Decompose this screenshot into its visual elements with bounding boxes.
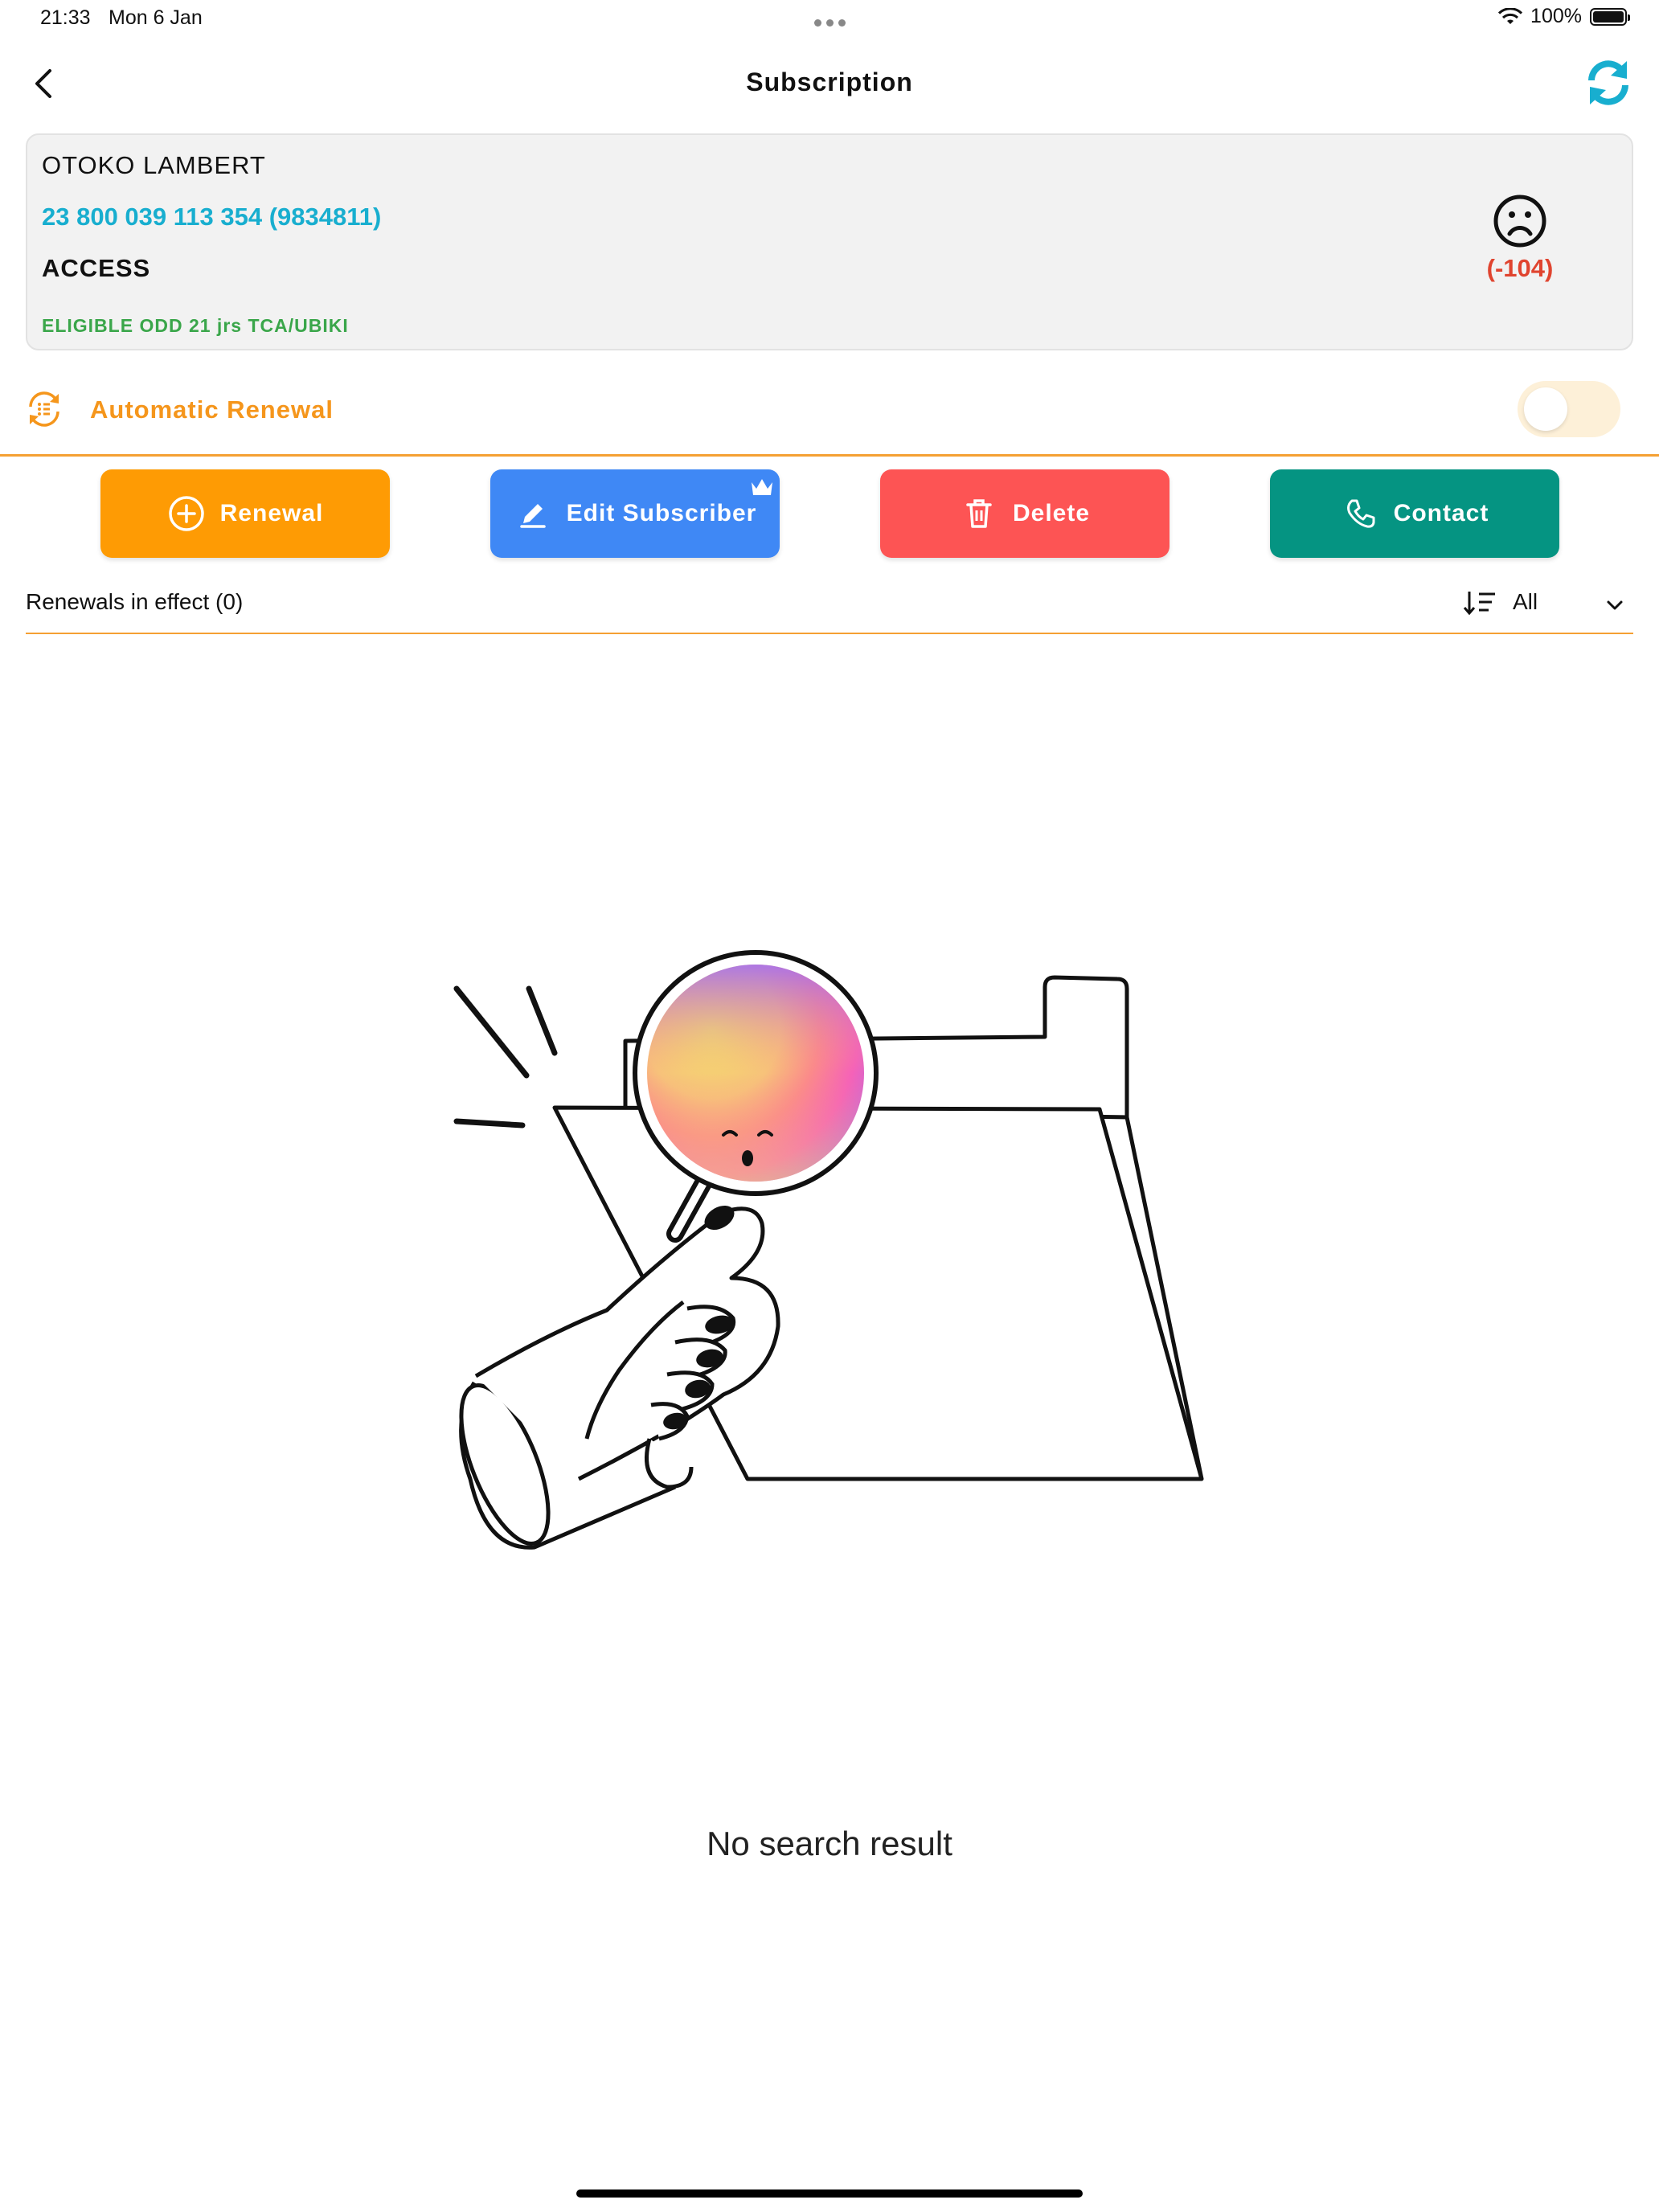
list-divider xyxy=(26,633,1633,634)
empty-state-message: No search result xyxy=(707,1825,952,1862)
edit-subscriber-button[interactable]: Edit Subscriber xyxy=(490,469,780,558)
subscriber-name: OTOKO LAMBERT xyxy=(42,151,266,179)
crown-icon xyxy=(749,476,775,498)
delete-button[interactable]: Delete xyxy=(880,469,1169,558)
contact-button[interactable]: Contact xyxy=(1270,469,1559,558)
auto-renewal-icon xyxy=(24,389,64,429)
subscriber-offer: ACCESS xyxy=(42,254,151,282)
battery-icon xyxy=(1590,7,1630,26)
delete-button-label: Delete xyxy=(1012,500,1091,526)
renewals-count-label: Renewals in effect (0) xyxy=(26,589,244,614)
status-indicators: 100% xyxy=(1498,5,1630,28)
wifi-icon xyxy=(1498,7,1523,24)
page-title: Subscription xyxy=(746,68,913,96)
subscriber-card: OTOKO LAMBERT 23 800 039 113 354 (983481… xyxy=(26,133,1633,350)
section-divider xyxy=(0,454,1659,457)
sad-face-icon xyxy=(1492,193,1548,249)
auto-renewal-label: Automatic Renewal xyxy=(90,395,334,424)
empty-state-illustration xyxy=(434,924,1222,1567)
subscriber-number: 23 800 039 113 354 (9834811) xyxy=(42,203,382,231)
eligibility-status: ELIGIBLE ODD 21 jrs TCA/UBIKI xyxy=(42,315,349,336)
status-date: Mon 6 Jan xyxy=(109,6,203,29)
phone-icon xyxy=(1346,499,1375,528)
days-remaining: (-104) xyxy=(1486,254,1554,282)
home-indicator[interactable] xyxy=(576,2189,1083,2198)
plus-circle-icon xyxy=(168,496,204,531)
auto-renewal-toggle[interactable] xyxy=(1518,381,1620,437)
edit-subscriber-label: Edit Subscriber xyxy=(566,500,757,526)
trash-icon xyxy=(966,499,992,528)
battery-percent: 100% xyxy=(1530,5,1582,27)
renewal-button-label: Renewal xyxy=(219,500,324,526)
chevron-down-icon[interactable] xyxy=(1601,592,1628,619)
refresh-icon xyxy=(1588,60,1628,105)
sort-icon[interactable] xyxy=(1463,587,1498,619)
renewal-button[interactable]: Renewal xyxy=(100,469,390,558)
filter-select[interactable]: All xyxy=(1513,589,1538,615)
status-time: 21:33 xyxy=(40,6,91,29)
multitasking-dots-icon[interactable] xyxy=(812,16,848,31)
pencil-icon xyxy=(519,504,546,528)
contact-button-label: Contact xyxy=(1393,500,1489,526)
refresh-button[interactable] xyxy=(1582,56,1635,109)
